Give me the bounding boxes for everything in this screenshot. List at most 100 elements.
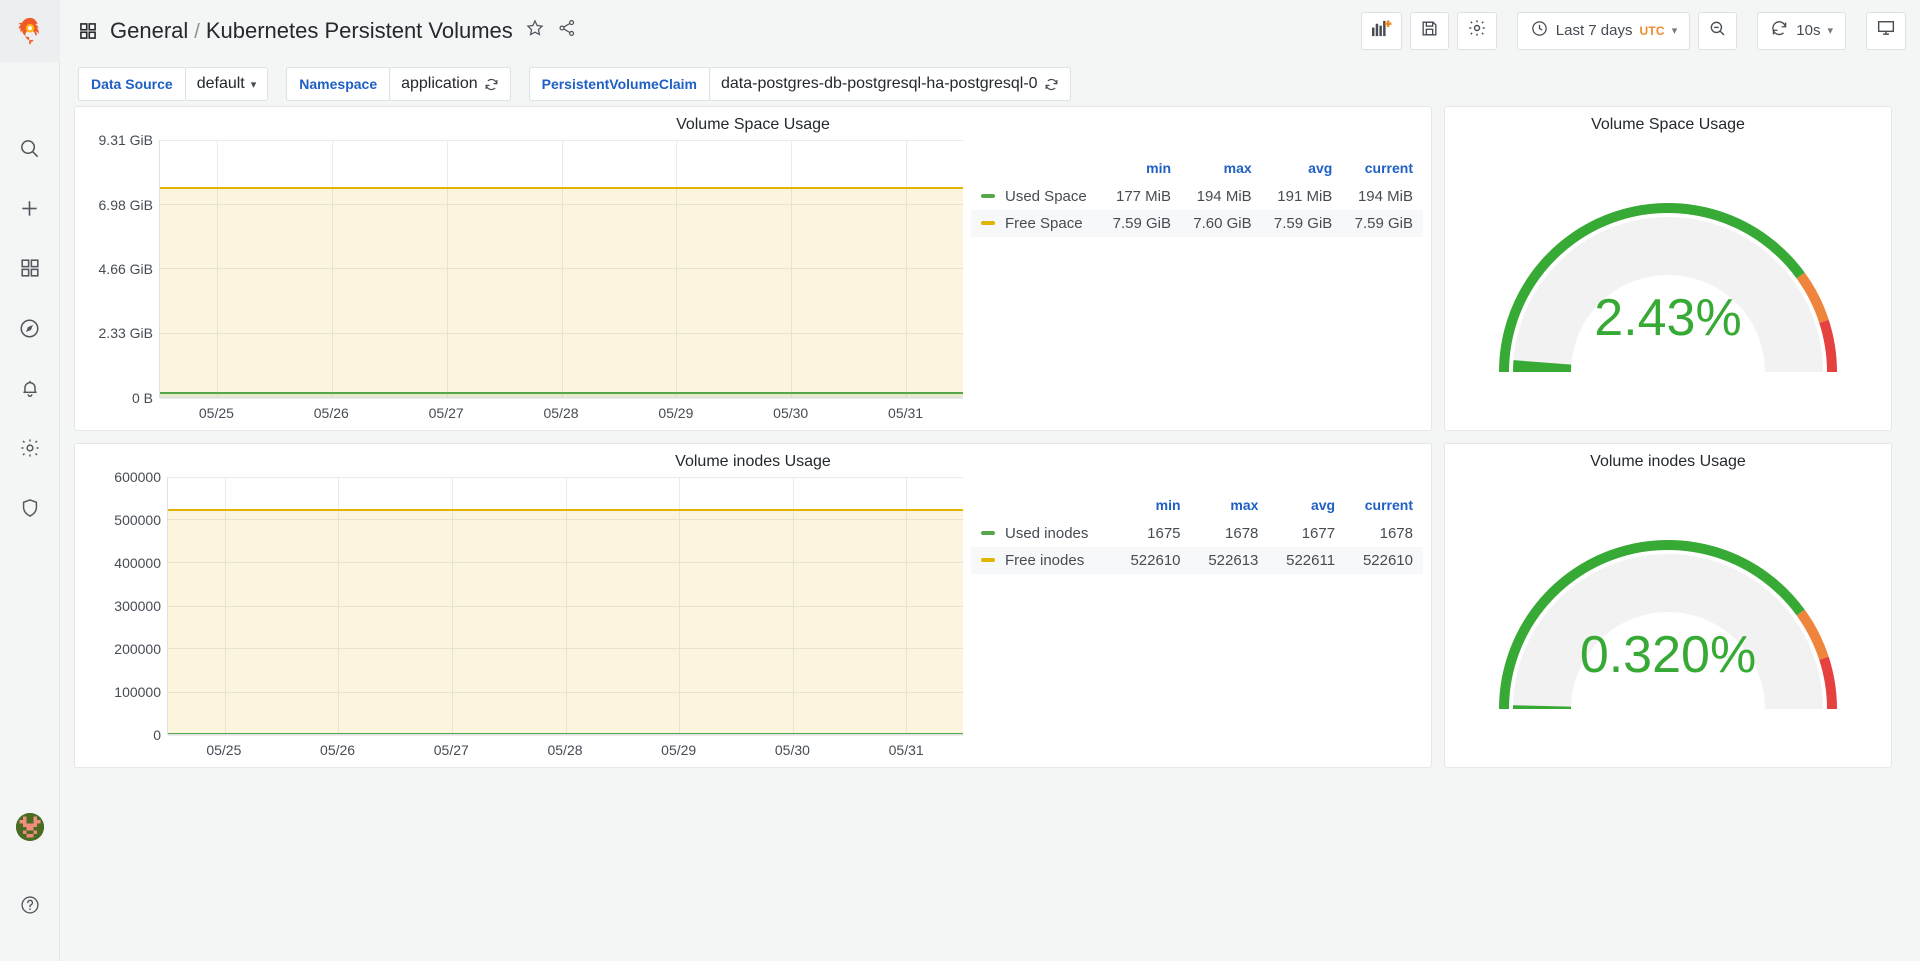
refresh-icon — [1770, 19, 1789, 43]
x-tick-label: 05/31 — [888, 405, 924, 421]
tv-mode-button[interactable] — [1866, 11, 1906, 50]
variable-value-data-source[interactable]: default ▾ — [184, 67, 269, 101]
plus-icon — [18, 197, 41, 220]
star-icon — [525, 18, 545, 43]
dashboards-grid-icon — [19, 257, 41, 279]
top-navbar: General / Kubernetes Persistent Volumes — [60, 0, 1920, 62]
legend-cell-min: 1675 — [1147, 525, 1181, 542]
legend-cell-avg: 7.59 GiB — [1261, 210, 1343, 237]
sidebar-item-alerting[interactable] — [0, 358, 60, 418]
avatar-identicon-icon — [15, 813, 44, 841]
legend-col-min[interactable]: min — [1100, 158, 1181, 183]
legend-cell-avg: 191 MiB — [1277, 188, 1333, 205]
sidebar-item-configuration[interactable] — [0, 418, 60, 478]
page-title: Kubernetes Persistent Volumes — [205, 17, 513, 43]
x-tick-label: 05/25 — [198, 405, 234, 421]
panel-volume-inodes-usage-graph[interactable]: Volume inodes Usage 0 100000 200000 300000 4… — [74, 443, 1432, 768]
time-range-picker[interactable]: Last 7 days UTC ▾ — [1516, 11, 1691, 50]
table-row[interactable]: Used Space 177 MiB 194 MiB 191 MiB 194 M… — [971, 183, 1423, 210]
chart-plot-space[interactable]: 0 B 2.33 GiB 4.66 GiB 6.98 GiB 9.31 GiB 05/2… — [81, 132, 963, 424]
x-tick-label: 05/29 — [658, 405, 694, 421]
star-dashboard-button[interactable] — [525, 18, 545, 43]
legend-header-row: min max avg current — [971, 495, 1423, 520]
breadcrumb-folder[interactable]: General — [110, 18, 188, 44]
variable-label-namespace: Namespace — [286, 67, 390, 101]
variable-value-namespace[interactable]: application — [389, 67, 511, 101]
series-line-free-space — [160, 186, 963, 189]
x-tick-label: 05/29 — [661, 742, 697, 758]
legend-col-current[interactable]: current — [1342, 158, 1423, 183]
gear-icon — [19, 437, 41, 459]
legend-col-max[interactable]: max — [1191, 495, 1269, 520]
sidebar-item-server-admin[interactable] — [0, 478, 60, 538]
sidebar-item-help[interactable] — [0, 875, 60, 935]
search-icon — [18, 137, 41, 160]
add-panel-button[interactable] — [1360, 11, 1402, 50]
save-disk-icon — [1420, 19, 1439, 43]
zoom-out-time-button[interactable] — [1698, 11, 1738, 50]
refresh-picker[interactable]: 10s ▾ — [1757, 11, 1846, 50]
legend-col-avg[interactable]: avg — [1262, 158, 1343, 183]
legend-cell-max: 7.60 GiB — [1181, 210, 1262, 237]
panel-content: 0 100000 200000 300000 400000 500000 600000 05… — [75, 469, 1431, 767]
sidebar-item-explore[interactable] — [0, 298, 60, 358]
x-tick-label: 05/31 — [888, 742, 924, 758]
legend-series-name[interactable]: Used Space — [971, 183, 1100, 210]
graph-wrapper: 0 B 2.33 GiB 4.66 GiB 6.98 GiB 9.31 GiB 05/2… — [75, 132, 1431, 430]
clock-icon — [1530, 19, 1549, 43]
legend-cell-current: 7.59 GiB — [1342, 210, 1423, 237]
x-tick-label: 05/26 — [313, 405, 349, 421]
legend-series-name[interactable]: Free inodes — [971, 547, 1113, 574]
panel-volume-inodes-usage-gauge[interactable]: Volume inodes Usage 0.320% — [1444, 443, 1892, 768]
breadcrumb: General / Kubernetes Persistent Volumes — [78, 18, 577, 44]
y-tick-label: 400000 — [114, 555, 161, 571]
variable-value-persistentvolumeclaim[interactable]: data-postgres-db-postgresql-ha-postgresq… — [708, 67, 1071, 101]
avatar[interactable] — [15, 813, 44, 841]
variable-label-data-source: Data Source — [78, 67, 185, 101]
legend-col-avg[interactable]: avg — [1268, 495, 1345, 520]
gauge-inodes: 0.320% — [1445, 473, 1891, 767]
legend-series-name[interactable]: Used inodes — [971, 520, 1113, 547]
table-row[interactable]: Free Space 7.59 GiB 7.60 GiB 7.59 GiB 7.… — [971, 210, 1423, 237]
legend-col-series — [971, 495, 1113, 520]
x-tick-label: 05/27 — [433, 742, 469, 758]
legend-col-min[interactable]: min — [1113, 495, 1191, 520]
chart-plot-inodes[interactable]: 0 100000 200000 300000 400000 500000 600000 05… — [81, 469, 963, 761]
grafana-logo[interactable] — [0, 0, 60, 62]
dashboard-grid-icon — [78, 21, 98, 41]
y-axis-labels: 0 B 2.33 GiB 4.66 GiB 6.98 GiB 9.31 GiB — [81, 132, 159, 406]
legend-color-swatch[interactable] — [981, 194, 995, 198]
panel-content: 0 B 2.33 GiB 4.66 GiB 6.98 GiB 9.31 GiB 05/2… — [75, 132, 1431, 430]
chevron-down-icon: ▾ — [250, 78, 257, 91]
breadcrumb-text: General / Kubernetes Persistent Volumes — [110, 18, 513, 44]
legend-col-max[interactable]: max — [1181, 158, 1262, 183]
sidebar-item-dashboards[interactable] — [0, 238, 60, 298]
sidebar-item-search[interactable] — [0, 118, 60, 178]
x-tick-label: 05/30 — [773, 405, 809, 421]
panel-volume-space-usage-graph[interactable]: Volume Space Usage 0 B 2.33 GiB 4.66 GiB 6.… — [74, 106, 1432, 431]
legend-cell-current: 1678 — [1379, 525, 1413, 542]
x-tick-label: 05/26 — [320, 742, 356, 758]
y-tick-label: 2.33 GiB — [98, 325, 153, 342]
share-nodes-icon — [557, 18, 577, 43]
legend-color-swatch[interactable] — [981, 558, 995, 562]
panel-title: Volume Space Usage — [1591, 116, 1745, 133]
legend-cell-avg: 522611 — [1268, 547, 1346, 574]
table-row[interactable]: Free inodes 522610 522613 522611 522610 — [971, 547, 1423, 574]
save-dashboard-button[interactable] — [1409, 11, 1449, 50]
legend-series-name[interactable]: Free Space — [971, 210, 1101, 237]
legend-cell-max: 1678 — [1225, 525, 1259, 542]
graph-wrapper: 0 100000 200000 300000 400000 500000 600000 05… — [75, 469, 1431, 767]
dashboard-row-2: Volume inodes Usage 0 100000 200000 300000 4… — [74, 443, 1906, 768]
template-variables-bar: Data Source default ▾ Namespace applicat… — [60, 62, 1920, 106]
legend-label: Used Space — [1005, 188, 1087, 205]
panel-title: Volume inodes Usage — [1590, 453, 1746, 470]
legend-color-swatch[interactable] — [981, 531, 995, 535]
share-dashboard-button[interactable] — [557, 18, 577, 43]
legend-col-current[interactable]: current — [1345, 495, 1423, 520]
dashboard-settings-button[interactable] — [1456, 11, 1497, 50]
sidebar-item-create[interactable] — [0, 178, 60, 238]
legend-color-swatch[interactable] — [981, 221, 995, 225]
table-row[interactable]: Used inodes 1675 1678 1677 1678 — [971, 520, 1423, 547]
panel-volume-space-usage-gauge[interactable]: Volume Space Usage 2.43% — [1444, 106, 1892, 431]
